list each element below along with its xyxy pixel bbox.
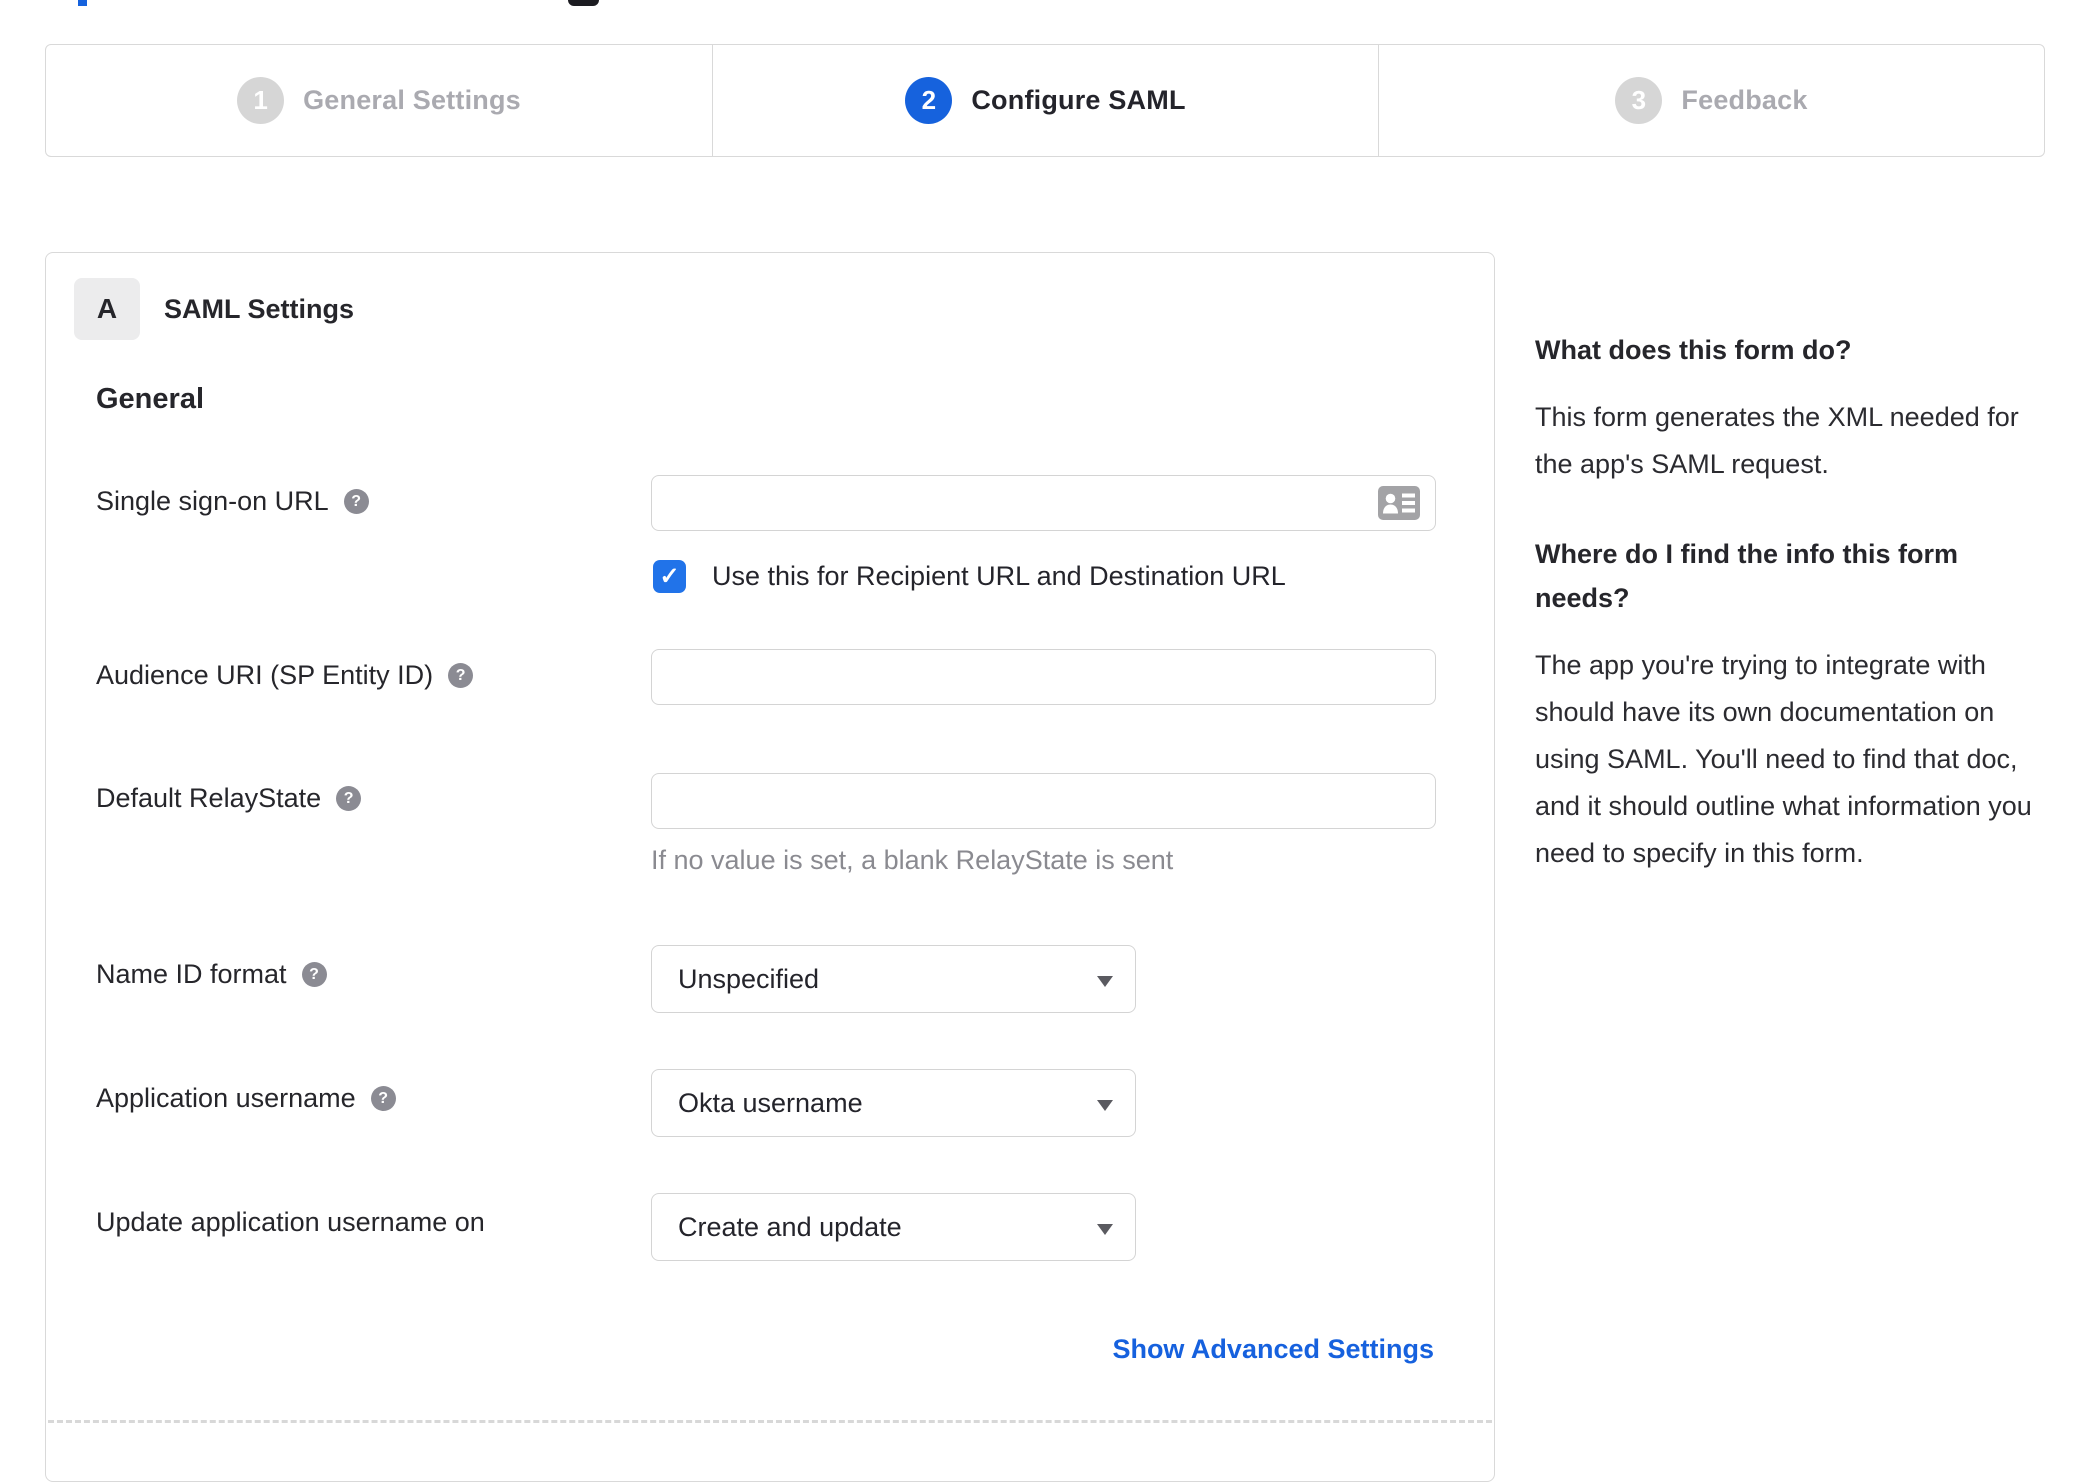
- section-dashed-divider: [48, 1420, 1492, 1423]
- nameid-help-icon[interactable]: ?: [301, 962, 327, 987]
- step-1-label: General Settings: [303, 85, 521, 115]
- audience-uri-label: Audience URI (SP Entity ID): [96, 660, 434, 690]
- help-question-1: What does this form do?: [1535, 335, 1852, 365]
- sso-url-input-wrap: [651, 475, 1436, 531]
- nameid-caret-down-icon: [1097, 976, 1113, 987]
- app-username-label-row: Application username ?: [96, 1083, 396, 1114]
- recipient-url-checkbox[interactable]: ✓: [653, 560, 686, 593]
- relaystate-hint: If no value is set, a blank RelayState i…: [651, 845, 1174, 875]
- step-3-label: Feedback: [1681, 85, 1808, 115]
- step-1-circle: 1: [237, 77, 285, 124]
- app-username-select[interactable]: Okta username: [651, 1069, 1136, 1137]
- sso-url-label: Single sign-on URL: [96, 486, 329, 516]
- wizard-stepper: 1 General Settings 2 Configure SAML 3 Fe…: [45, 44, 2045, 157]
- relaystate-help-icon[interactable]: ?: [336, 786, 362, 811]
- audience-uri-help-icon[interactable]: ?: [448, 663, 474, 688]
- step-3-circle: 3: [1615, 77, 1663, 124]
- step-general-settings[interactable]: 1 General Settings: [46, 45, 712, 156]
- nameid-select-value: Unspecified: [678, 963, 820, 994]
- help-answer-2: The app you're trying to integrate with …: [1535, 650, 2032, 868]
- relaystate-input[interactable]: [651, 773, 1436, 829]
- step-2-circle: 2: [905, 77, 953, 124]
- section-a-badge: A: [74, 278, 140, 340]
- app-username-caret-down-icon: [1097, 1100, 1113, 1111]
- sso-checkbox-row: ✓ Use this for Recipient URL and Destina…: [653, 560, 1286, 593]
- sso-url-input[interactable]: [651, 475, 1436, 531]
- recipient-url-checkbox-label[interactable]: Use this for Recipient URL and Destinati…: [712, 561, 1286, 592]
- nameid-label-row: Name ID format ?: [96, 959, 327, 990]
- section-title: SAML Settings: [164, 294, 355, 324]
- app-username-label: Application username: [96, 1083, 356, 1113]
- sso-url-help-icon[interactable]: ?: [343, 489, 369, 514]
- update-username-select[interactable]: Create and update: [651, 1193, 1136, 1261]
- nameid-select[interactable]: Unspecified: [651, 945, 1136, 1013]
- show-advanced-settings-link[interactable]: Show Advanced Settings: [1112, 1334, 1434, 1365]
- update-username-select-value: Create and update: [678, 1211, 902, 1242]
- relaystate-label-row: Default RelayState ?: [96, 783, 362, 814]
- help-answer-1: This form generates the XML needed for t…: [1535, 402, 2019, 479]
- audience-uri-input-wrap: [651, 649, 1436, 705]
- help-sidebar: What does this form do? This form genera…: [1535, 328, 2053, 877]
- update-username-label-row: Update application username on: [96, 1207, 485, 1238]
- saml-settings-panel: A SAML Settings General Single sign-on U…: [45, 252, 1495, 1482]
- header-remnant-logo: [568, 0, 599, 6]
- help-question-2: Where do I find the info this form needs…: [1535, 539, 1958, 613]
- step-2-label: Configure SAML: [971, 85, 1186, 115]
- update-username-caret-down-icon: [1097, 1224, 1113, 1235]
- header-remnant-accent: [78, 0, 87, 6]
- relaystate-input-wrap: [651, 773, 1436, 829]
- general-heading: General: [96, 383, 204, 415]
- app-username-help-icon[interactable]: ?: [370, 1086, 396, 1111]
- step-feedback[interactable]: 3 Feedback: [1378, 45, 2044, 156]
- configure-saml-page: { "stepper": { "steps": [ { "number": "1…: [0, 0, 2092, 1482]
- relaystate-label: Default RelayState: [96, 783, 322, 813]
- app-username-select-value: Okta username: [678, 1087, 863, 1118]
- audience-uri-input[interactable]: [651, 649, 1436, 705]
- update-username-label: Update application username on: [96, 1207, 485, 1237]
- sso-url-label-row: Single sign-on URL ?: [96, 486, 369, 517]
- nameid-label: Name ID format: [96, 959, 287, 989]
- step-configure-saml[interactable]: 2 Configure SAML: [712, 45, 1378, 156]
- audience-uri-label-row: Audience URI (SP Entity ID) ?: [96, 660, 474, 691]
